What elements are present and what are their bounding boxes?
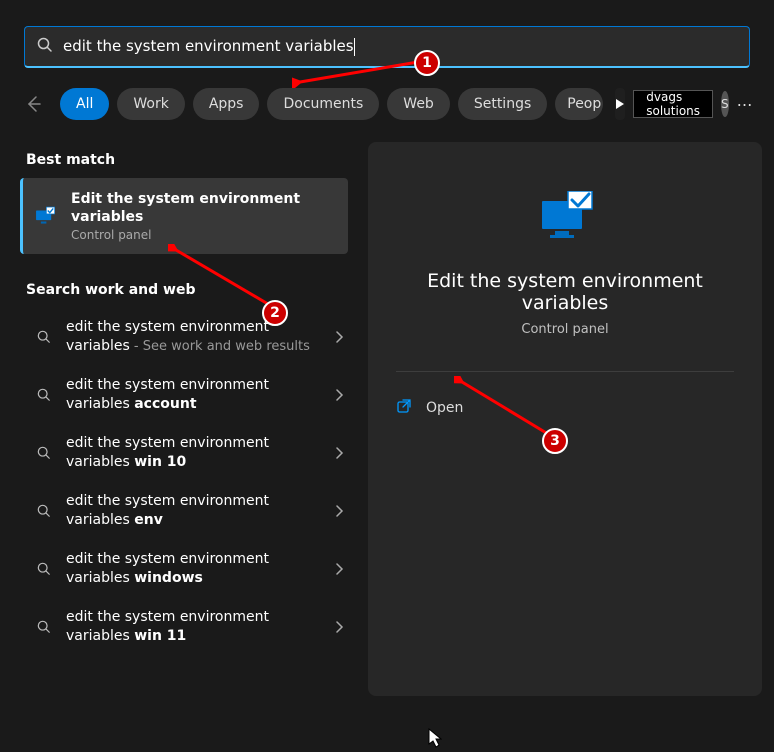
tab-work[interactable]: Work — [117, 88, 184, 120]
suggestion-item[interactable]: edit the system environment variables - … — [12, 308, 356, 366]
filter-tabs: All Work Apps Documents Web Settings Peo… — [24, 84, 750, 124]
suggestion-item[interactable]: edit the system environment variables wi… — [12, 540, 356, 598]
tab-more-play[interactable] — [615, 88, 625, 120]
results-column: Best match Edit the system environment v… — [12, 142, 356, 696]
chevron-right-icon — [334, 502, 344, 521]
suggestion-item[interactable]: edit the system environment variables wi… — [12, 598, 356, 656]
org-button[interactable]: dvags solutions — [633, 90, 713, 118]
suggestion-item[interactable]: edit the system environment variables wi… — [12, 424, 356, 482]
search-bar[interactable]: edit the system environment variables — [24, 26, 750, 68]
divider — [396, 371, 734, 372]
tab-documents[interactable]: Documents — [267, 88, 379, 120]
chevron-right-icon — [334, 386, 344, 405]
best-match-result[interactable]: Edit the system environment variables Co… — [20, 178, 348, 254]
suggestion-text: edit the system environment variables wi… — [66, 550, 334, 588]
chevron-right-icon — [334, 328, 344, 347]
open-external-icon — [396, 398, 412, 418]
preview-icon — [396, 182, 734, 252]
chevron-right-icon — [334, 560, 344, 579]
annotation-step-1: 1 — [414, 50, 440, 76]
search-icon — [30, 446, 58, 460]
monitor-check-icon — [31, 205, 59, 227]
suggestion-text: edit the system environment variables - … — [66, 318, 334, 356]
search-icon — [30, 388, 58, 402]
preview-panel: Edit the system environment variables Co… — [368, 142, 762, 696]
avatar[interactable]: S — [721, 91, 729, 117]
open-label: Open — [426, 400, 463, 416]
search-icon — [30, 562, 58, 576]
best-match-title: Edit the system environment variables — [71, 190, 332, 226]
suggestion-text: edit the system environment variables en… — [66, 492, 334, 530]
tab-web[interactable]: Web — [387, 88, 450, 120]
search-input[interactable]: edit the system environment variables — [63, 37, 737, 56]
tab-settings[interactable]: Settings — [458, 88, 547, 120]
chevron-right-icon — [334, 444, 344, 463]
annotation-step-3: 3 — [542, 428, 568, 454]
suggestion-item[interactable]: edit the system environment variables en… — [12, 482, 356, 540]
suggestion-text: edit the system environment variables wi… — [66, 608, 334, 646]
search-icon — [30, 504, 58, 518]
open-action[interactable]: Open — [396, 392, 734, 424]
annotation-step-2: 2 — [262, 300, 288, 326]
back-button[interactable] — [24, 87, 44, 121]
more-menu[interactable]: ⋯ — [737, 90, 755, 118]
tab-all[interactable]: All — [60, 88, 109, 120]
preview-title: Edit the system environment variables — [396, 270, 734, 314]
search-web-header: Search work and web — [12, 272, 356, 308]
preview-subtitle: Control panel — [396, 322, 734, 337]
text-cursor — [354, 38, 355, 56]
best-match-subtitle: Control panel — [71, 228, 332, 242]
mouse-cursor-icon — [428, 728, 442, 752]
suggestion-item[interactable]: edit the system environment variables ac… — [12, 366, 356, 424]
search-icon — [37, 37, 53, 57]
search-icon — [30, 620, 58, 634]
best-match-header: Best match — [12, 142, 356, 178]
tab-apps[interactable]: Apps — [193, 88, 260, 120]
suggestion-text: edit the system environment variables ac… — [66, 376, 334, 414]
suggestion-text: edit the system environment variables wi… — [66, 434, 334, 472]
tab-people[interactable]: Peop — [555, 88, 603, 120]
search-icon — [30, 330, 58, 344]
chevron-right-icon — [334, 618, 344, 637]
